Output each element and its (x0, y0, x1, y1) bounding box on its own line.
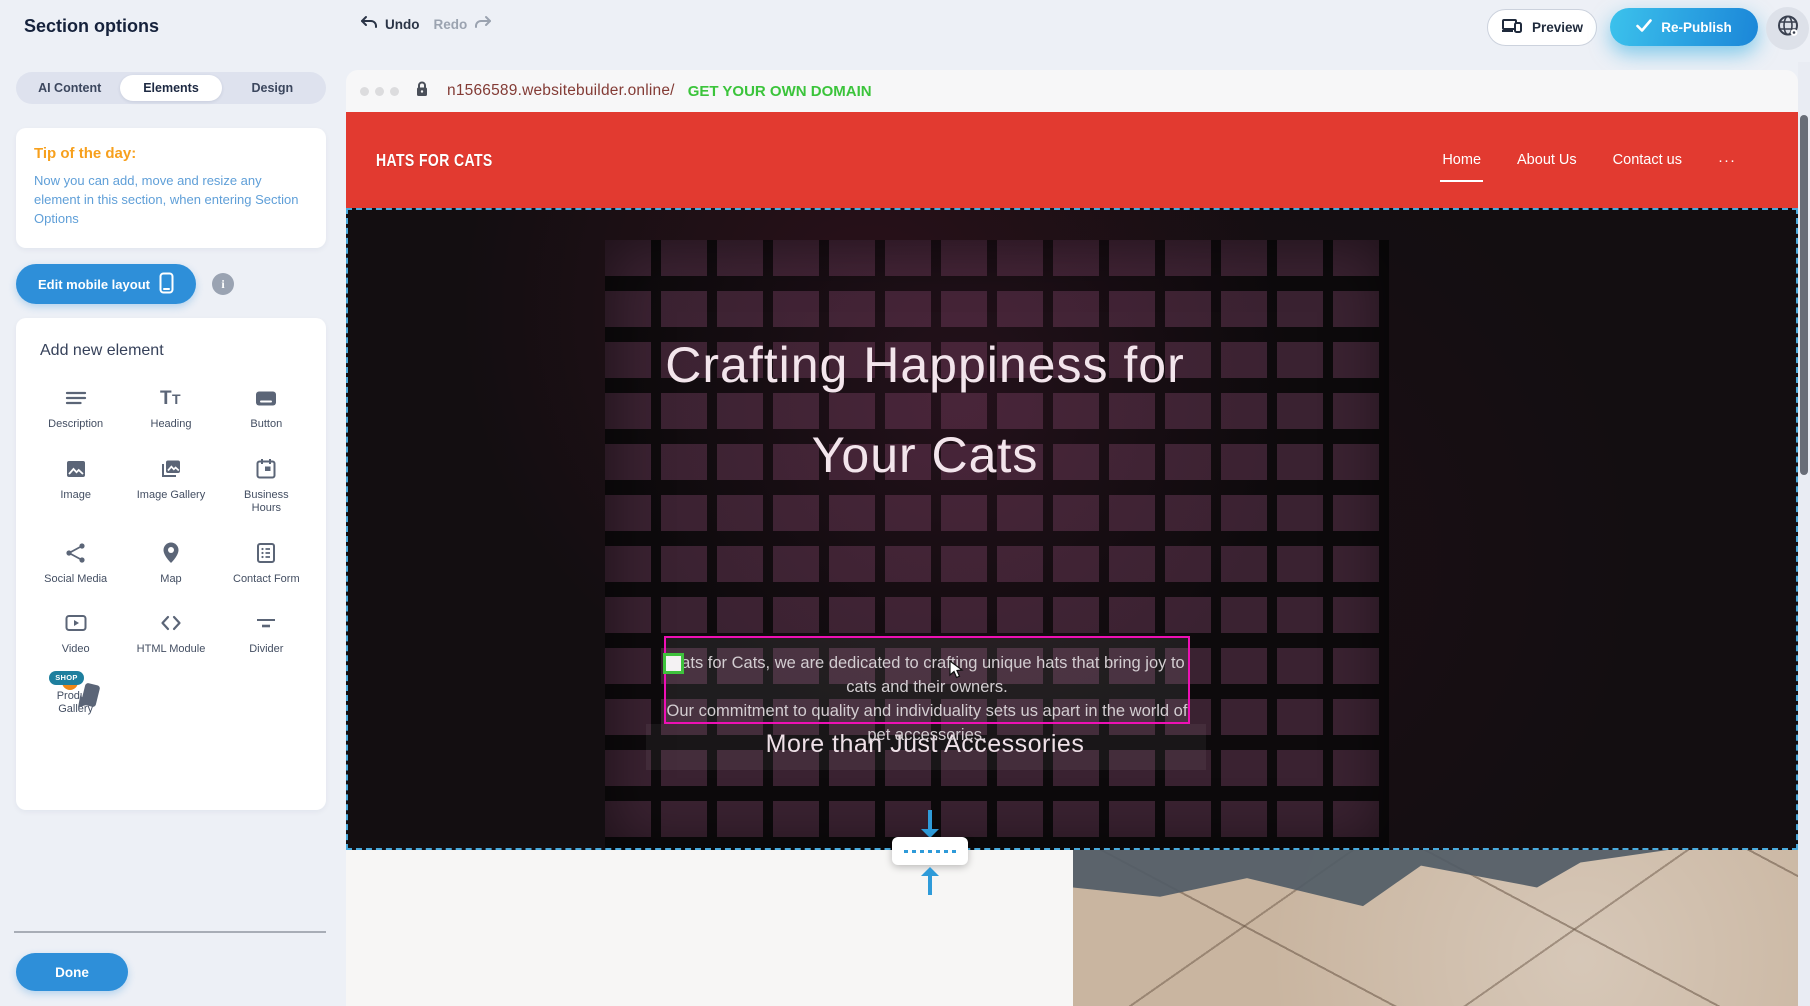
element-heading[interactable]: TT Heading (123, 386, 218, 432)
lock-icon (415, 80, 429, 102)
republish-label: Re-Publish (1661, 20, 1732, 35)
element-image-gallery[interactable]: Image Gallery (123, 457, 218, 516)
selected-text-element[interactable]: Hats for Cats, we are dedicated to craft… (664, 636, 1190, 724)
window-control-dots (360, 87, 399, 96)
info-icon[interactable]: i (212, 273, 234, 295)
preview-scrollbar-thumb[interactable] (1800, 115, 1808, 475)
next-section-blank[interactable] (346, 850, 1073, 1006)
preview-label: Preview (1532, 20, 1583, 35)
site-logo[interactable]: HATS FOR CATS (376, 150, 493, 171)
section-resize-handle[interactable] (892, 837, 968, 865)
get-domain-link[interactable]: GET YOUR OWN DOMAIN (688, 83, 872, 100)
tip-of-the-day-card: Tip of the day: Now you can add, move an… (16, 128, 326, 248)
element-business-hours[interactable]: Business Hours (219, 457, 314, 516)
redo-icon (474, 15, 492, 34)
add-panel-title: Add new element (28, 342, 314, 360)
check-icon (1636, 19, 1652, 35)
photo-shadow (1073, 850, 1798, 1006)
redo-label: Redo (434, 17, 468, 32)
element-html-module[interactable]: HTML Module (123, 611, 218, 657)
site-url[interactable]: n1566589.websitebuilder.online/ (447, 82, 675, 100)
globe-icon (1776, 14, 1800, 43)
button-icon (253, 386, 279, 410)
page-title: Section options (24, 16, 159, 37)
divider-icon (253, 611, 279, 635)
html-module-icon (158, 611, 184, 635)
nav-about-us[interactable]: About Us (1517, 146, 1577, 174)
resize-arrow-down (928, 810, 932, 829)
browser-chrome-bar: n1566589.websitebuilder.online/ GET YOUR… (346, 70, 1798, 112)
resize-handle-dashes (904, 850, 956, 853)
heading-icon: TT (158, 386, 184, 410)
devices-icon (1501, 17, 1523, 38)
nav-contact-us[interactable]: Contact us (1613, 146, 1682, 174)
sidebar-tabs: AI Content Elements Design (16, 72, 326, 104)
element-contact-form[interactable]: Contact Form (219, 541, 314, 587)
description-icon (63, 386, 89, 410)
element-social-media[interactable]: Social Media (28, 541, 123, 587)
add-element-panel: Add new element Description TT Heading B… (16, 318, 326, 810)
nav-home[interactable]: Home (1442, 146, 1481, 174)
image-icon (63, 457, 89, 481)
mobile-phone-icon (159, 272, 174, 297)
element-button[interactable]: Button (219, 386, 314, 432)
svg-text:T: T (160, 388, 172, 409)
edit-mobile-label: Edit mobile layout (38, 277, 150, 292)
element-image[interactable]: Image (28, 457, 123, 516)
business-hours-icon (253, 457, 279, 481)
tab-design[interactable]: Design (222, 75, 323, 101)
hero-section[interactable]: Crafting Happiness for Your Cats More th… (346, 208, 1798, 850)
contact-form-icon (253, 541, 279, 565)
language-globe-button[interactable] (1766, 7, 1809, 50)
edit-mobile-layout-button[interactable]: Edit mobile layout (16, 264, 196, 304)
tab-ai-content[interactable]: AI Content (19, 75, 120, 101)
image-gallery-icon (158, 457, 184, 481)
undo-label: Undo (385, 17, 420, 32)
undo-icon (360, 15, 378, 34)
redo-button[interactable]: Redo (434, 15, 493, 34)
site-header: HATS FOR CATS Home About Us Contact us ·… (346, 112, 1798, 208)
done-button[interactable]: Done (16, 953, 128, 991)
sidebar-divider (14, 931, 326, 933)
tip-body: Now you can add, move and resize any ele… (34, 171, 308, 228)
republish-button[interactable]: Re-Publish (1610, 8, 1758, 46)
element-divider[interactable]: Divider (219, 611, 314, 657)
element-grid: Description TT Heading Button Image Imag… (28, 386, 314, 717)
nav-more-menu[interactable]: ··· (1718, 152, 1736, 169)
hero-body-text: Hats for Cats, we are dedicated to craft… (666, 638, 1188, 747)
element-map[interactable]: Map (123, 541, 218, 587)
element-drag-handle[interactable] (663, 653, 684, 674)
map-icon (158, 541, 184, 565)
preview-button[interactable]: Preview (1487, 9, 1597, 46)
undo-button[interactable]: Undo (360, 15, 420, 34)
tip-title: Tip of the day: (34, 145, 308, 162)
element-description[interactable]: Description (28, 386, 123, 432)
video-icon (63, 611, 89, 635)
element-product-gallery[interactable]: ↑ SHOP Product Gallery (28, 682, 123, 717)
social-media-icon (63, 541, 89, 565)
site-nav: Home About Us Contact us ··· (1442, 112, 1736, 208)
resize-arrow-up (928, 876, 932, 895)
next-section-photo[interactable] (1073, 850, 1798, 1006)
hero-heading[interactable]: Crafting Happiness for Your Cats (525, 320, 1325, 500)
shop-badge: SHOP (49, 671, 83, 685)
svg-text:T: T (172, 391, 181, 407)
element-video[interactable]: Video (28, 611, 123, 657)
undo-redo-group: Undo Redo (360, 15, 492, 34)
tab-elements[interactable]: Elements (120, 75, 221, 101)
